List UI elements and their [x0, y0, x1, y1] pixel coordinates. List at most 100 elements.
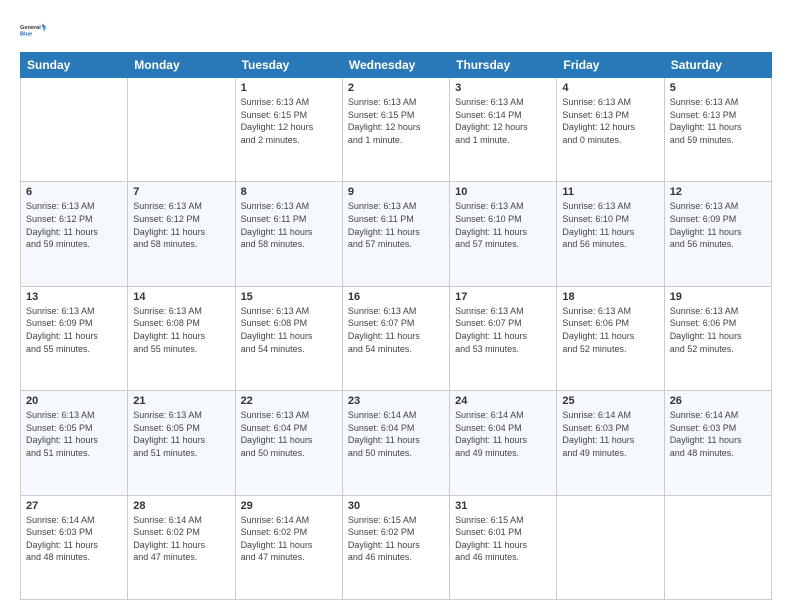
day-info: Sunrise: 6:13 AM Sunset: 6:14 PM Dayligh…	[455, 96, 551, 146]
day-number: 15	[241, 291, 337, 303]
day-info: Sunrise: 6:13 AM Sunset: 6:08 PM Dayligh…	[133, 305, 229, 355]
week-row-3: 13Sunrise: 6:13 AM Sunset: 6:09 PM Dayli…	[21, 286, 772, 390]
day-info: Sunrise: 6:13 AM Sunset: 6:04 PM Dayligh…	[241, 409, 337, 459]
day-header-sunday: Sunday	[21, 53, 128, 78]
day-number: 6	[26, 186, 122, 198]
day-number: 7	[133, 186, 229, 198]
day-info: Sunrise: 6:15 AM Sunset: 6:01 PM Dayligh…	[455, 514, 551, 564]
calendar-cell: 31 Sunrise: 6:15 AM Sunset: 6:01 PM Dayli…	[450, 495, 557, 599]
day-info: Sunrise: 6:13 AM Sunset: 6:13 PM Dayligh…	[562, 96, 658, 146]
day-number: 8	[241, 186, 337, 198]
day-info: Sunrise: 6:13 AM Sunset: 6:11 PM Dayligh…	[348, 200, 444, 250]
day-number: 9	[348, 186, 444, 198]
calendar-cell: 13Sunrise: 6:13 AM Sunset: 6:09 PM Dayli…	[21, 286, 128, 390]
day-number: 18	[562, 291, 658, 303]
calendar-cell: 23 Sunrise: 6:14 AM Sunset: 6:04 PM Dayli…	[342, 391, 449, 495]
day-number: 17	[455, 291, 551, 303]
day-number: 16	[348, 291, 444, 303]
day-info: Sunrise: 6:13 AM Sunset: 6:12 PM Dayligh…	[26, 200, 122, 250]
calendar-cell: 26 Sunrise: 6:14 AM Sunset: 6:03 PM Dayli…	[664, 391, 771, 495]
day-number: 4	[562, 82, 658, 94]
day-header-tuesday: Tuesday	[235, 53, 342, 78]
day-info: Sunrise: 6:13 AM Sunset: 6:13 PM Dayligh…	[670, 96, 766, 146]
day-info: Sunrise: 6:13 AM Sunset: 6:10 PM Dayligh…	[562, 200, 658, 250]
day-info: Sunrise: 6:14 AM Sunset: 6:03 PM Dayligh…	[670, 409, 766, 459]
day-info: Sunrise: 6:14 AM Sunset: 6:02 PM Dayligh…	[241, 514, 337, 564]
day-header-thursday: Thursday	[450, 53, 557, 78]
svg-text:General: General	[20, 25, 41, 31]
day-info: Sunrise: 6:13 AM Sunset: 6:05 PM Dayligh…	[26, 409, 122, 459]
day-header-monday: Monday	[128, 53, 235, 78]
calendar-cell: 14 Sunrise: 6:13 AM Sunset: 6:08 PM Dayli…	[128, 286, 235, 390]
day-number: 29	[241, 500, 337, 512]
day-number: 14	[133, 291, 229, 303]
day-number: 23	[348, 395, 444, 407]
day-number: 28	[133, 500, 229, 512]
calendar-cell: 5 Sunrise: 6:13 AM Sunset: 6:13 PM Daylig…	[664, 78, 771, 182]
calendar-cell: 25 Sunrise: 6:14 AM Sunset: 6:03 PM Dayli…	[557, 391, 664, 495]
day-info: Sunrise: 6:13 AM Sunset: 6:06 PM Dayligh…	[670, 305, 766, 355]
logo: GeneralBlue	[20, 16, 48, 44]
week-row-2: 6 Sunrise: 6:13 AM Sunset: 6:12 PM Daylig…	[21, 182, 772, 286]
day-header-friday: Friday	[557, 53, 664, 78]
day-number: 3	[455, 82, 551, 94]
day-info: Sunrise: 6:13 AM Sunset: 6:15 PM Dayligh…	[348, 96, 444, 146]
calendar-cell: 9 Sunrise: 6:13 AM Sunset: 6:11 PM Daylig…	[342, 182, 449, 286]
day-number: 30	[348, 500, 444, 512]
day-info: Sunrise: 6:13 AM Sunset: 6:11 PM Dayligh…	[241, 200, 337, 250]
days-header-row: SundayMondayTuesdayWednesdayThursdayFrid…	[21, 53, 772, 78]
calendar-cell: 24 Sunrise: 6:14 AM Sunset: 6:04 PM Dayli…	[450, 391, 557, 495]
calendar-cell: 21Sunrise: 6:13 AM Sunset: 6:05 PM Dayli…	[128, 391, 235, 495]
day-number: 11	[562, 186, 658, 198]
day-info: Sunrise: 6:13 AM Sunset: 6:12 PM Dayligh…	[133, 200, 229, 250]
day-info: Sunrise: 6:14 AM Sunset: 6:03 PM Dayligh…	[562, 409, 658, 459]
calendar-cell	[128, 78, 235, 182]
svg-text:Blue: Blue	[20, 32, 32, 38]
day-number: 31	[455, 500, 551, 512]
calendar-cell: 10Sunrise: 6:13 AM Sunset: 6:10 PM Dayli…	[450, 182, 557, 286]
calendar-cell: 3 Sunrise: 6:13 AM Sunset: 6:14 PM Daylig…	[450, 78, 557, 182]
day-header-saturday: Saturday	[664, 53, 771, 78]
calendar-cell: 15 Sunrise: 6:13 AM Sunset: 6:08 PM Dayli…	[235, 286, 342, 390]
day-number: 20	[26, 395, 122, 407]
day-info: Sunrise: 6:14 AM Sunset: 6:04 PM Dayligh…	[348, 409, 444, 459]
calendar-cell: 17Sunrise: 6:13 AM Sunset: 6:07 PM Dayli…	[450, 286, 557, 390]
calendar-table: SundayMondayTuesdayWednesdayThursdayFrid…	[20, 52, 772, 600]
calendar-cell: 11 Sunrise: 6:13 AM Sunset: 6:10 PM Dayli…	[557, 182, 664, 286]
day-info: Sunrise: 6:13 AM Sunset: 6:06 PM Dayligh…	[562, 305, 658, 355]
day-number: 24	[455, 395, 551, 407]
day-number: 10	[455, 186, 551, 198]
calendar-cell	[664, 495, 771, 599]
day-number: 22	[241, 395, 337, 407]
calendar-cell: 19 Sunrise: 6:13 AM Sunset: 6:06 PM Dayli…	[664, 286, 771, 390]
day-header-wednesday: Wednesday	[342, 53, 449, 78]
calendar-cell: 18 Sunrise: 6:13 AM Sunset: 6:06 PM Dayli…	[557, 286, 664, 390]
calendar-cell: 12Sunrise: 6:13 AM Sunset: 6:09 PM Dayli…	[664, 182, 771, 286]
calendar-cell: 22 Sunrise: 6:13 AM Sunset: 6:04 PM Dayli…	[235, 391, 342, 495]
day-number: 1	[241, 82, 337, 94]
calendar-cell: 20 Sunrise: 6:13 AM Sunset: 6:05 PM Dayli…	[21, 391, 128, 495]
calendar-cell: 30Sunrise: 6:15 AM Sunset: 6:02 PM Dayli…	[342, 495, 449, 599]
day-info: Sunrise: 6:13 AM Sunset: 6:08 PM Dayligh…	[241, 305, 337, 355]
day-info: Sunrise: 6:14 AM Sunset: 6:04 PM Dayligh…	[455, 409, 551, 459]
header: GeneralBlue	[20, 16, 772, 44]
day-number: 25	[562, 395, 658, 407]
day-info: Sunrise: 6:13 AM Sunset: 6:07 PM Dayligh…	[348, 305, 444, 355]
calendar-cell: 16 Sunrise: 6:13 AM Sunset: 6:07 PM Dayli…	[342, 286, 449, 390]
day-info: Sunrise: 6:13 AM Sunset: 6:05 PM Dayligh…	[133, 409, 229, 459]
calendar-cell: 27 Sunrise: 6:14 AM Sunset: 6:03 PM Dayli…	[21, 495, 128, 599]
day-number: 5	[670, 82, 766, 94]
day-number: 2	[348, 82, 444, 94]
calendar-page: GeneralBlue SundayMondayTuesdayWednesday…	[0, 0, 792, 612]
day-number: 13	[26, 291, 122, 303]
day-number: 27	[26, 500, 122, 512]
day-info: Sunrise: 6:14 AM Sunset: 6:03 PM Dayligh…	[26, 514, 122, 564]
day-number: 26	[670, 395, 766, 407]
calendar-cell	[557, 495, 664, 599]
calendar-cell: 4 Sunrise: 6:13 AM Sunset: 6:13 PM Daylig…	[557, 78, 664, 182]
logo-icon: GeneralBlue	[20, 16, 48, 44]
calendar-cell: 2 Sunrise: 6:13 AM Sunset: 6:15 PM Daylig…	[342, 78, 449, 182]
calendar-cell	[21, 78, 128, 182]
day-number: 19	[670, 291, 766, 303]
week-row-4: 20 Sunrise: 6:13 AM Sunset: 6:05 PM Dayli…	[21, 391, 772, 495]
